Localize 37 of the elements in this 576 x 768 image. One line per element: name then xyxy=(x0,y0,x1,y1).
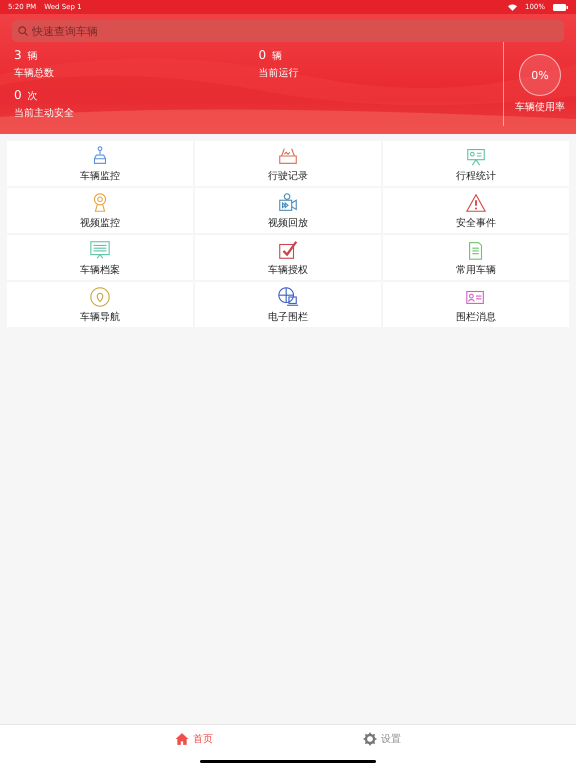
home-icon xyxy=(175,732,189,746)
menu-tile[interactable]: 视频回放 xyxy=(195,188,381,233)
tab-button[interactable]: 首页 xyxy=(175,731,213,747)
menu-tile[interactable]: 电子围栏 xyxy=(195,282,381,327)
menu-tile[interactable]: 车辆档案 xyxy=(7,235,193,280)
menu-tile[interactable]: 常用车辆 xyxy=(383,235,569,280)
menu-tile[interactable]: 行驶记录 xyxy=(195,141,381,186)
stat-label: 当前主动安全 xyxy=(14,106,75,120)
stat-unit: 辆 xyxy=(28,50,38,63)
video-camera-icon xyxy=(277,192,299,214)
stat-unit: 辆 xyxy=(272,50,282,63)
battery-icon xyxy=(553,4,568,10)
usage-reading: 0% xyxy=(531,68,549,82)
stat-value: 0 xyxy=(14,88,22,102)
search-icon xyxy=(18,26,28,36)
menu-tile[interactable]: 围栏消息 xyxy=(383,282,569,327)
globe-pin-icon xyxy=(89,286,111,308)
gear-icon xyxy=(363,732,377,746)
menu-tile[interactable]: 视频监控 xyxy=(7,188,193,233)
search-field[interactable]: 快速查询车辆 xyxy=(12,20,564,42)
menu-tile[interactable]: 车辆导航 xyxy=(7,282,193,327)
usage-label: 车辆使用率 xyxy=(515,100,565,114)
menu-tile[interactable]: 安全事件 xyxy=(383,188,569,233)
menu-tile[interactable]: 行程统计 xyxy=(383,141,569,186)
globe-laptop-icon xyxy=(277,286,299,308)
stat-unit: 次 xyxy=(28,90,38,103)
checkbox-icon xyxy=(277,238,299,260)
stat-value: 3 xyxy=(14,48,22,62)
menu-tile[interactable]: 车辆监控 xyxy=(7,141,193,186)
monitor-icon xyxy=(89,238,111,260)
stat-label: 车辆总数 xyxy=(14,66,55,80)
stat-value: 0 xyxy=(258,48,266,62)
stat-label: 当前运行 xyxy=(258,66,300,80)
warning-icon xyxy=(465,192,487,214)
wifi-icon xyxy=(508,4,517,10)
menu-tile[interactable]: 车辆授权 xyxy=(195,235,381,280)
tab-button[interactable]: 设置 xyxy=(363,731,401,747)
